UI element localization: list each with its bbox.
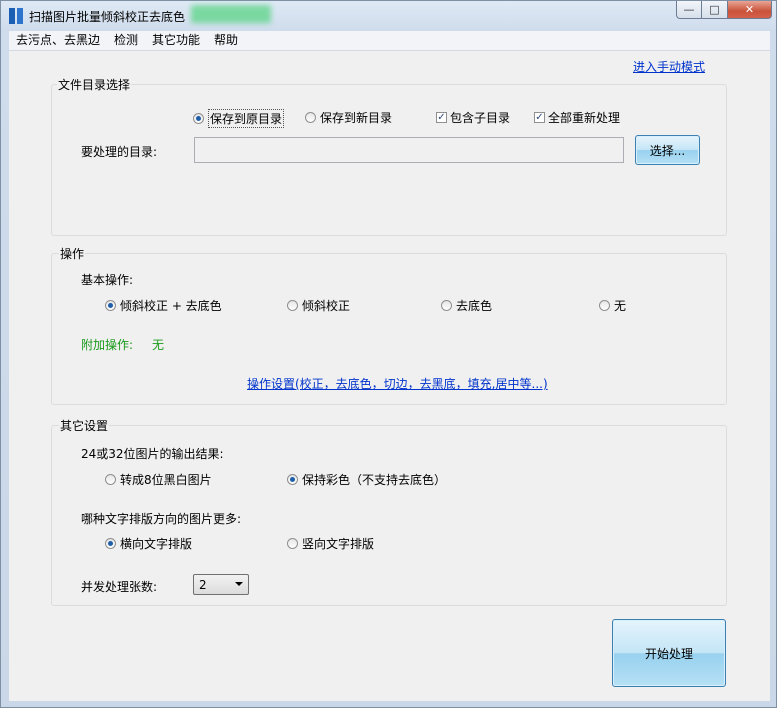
radio-indicator [287, 538, 298, 549]
dir-label: 要处理的目录: [81, 145, 158, 159]
op-deskew-and-bg-radio[interactable]: 倾斜校正 + 去底色 [105, 297, 222, 314]
direction-vertical-radio[interactable]: 竖向文字排版 [287, 535, 374, 552]
radio-indicator [305, 112, 316, 123]
radio-indicator [105, 474, 116, 485]
op-none-label: 无 [614, 299, 627, 313]
direction-horizontal-radio[interactable]: 横向文字排版 [105, 535, 192, 552]
minimize-button[interactable]: — [676, 1, 702, 19]
save-new-label: 保存到新目录 [320, 111, 393, 125]
op-deskew-and-bg-label: 倾斜校正 + 去底色 [120, 299, 222, 313]
reprocess-all-label: 全部重新处理 [548, 111, 621, 125]
direction-vertical-label: 竖向文字排版 [302, 537, 375, 551]
file-dir-legend: 文件目录选择 [57, 76, 132, 93]
radio-indicator [105, 300, 116, 311]
op-deskew-label: 倾斜校正 [302, 299, 351, 313]
save-original-radio[interactable]: 保存到原目录 [193, 109, 285, 128]
save-new-radio[interactable]: 保存到新目录 [305, 109, 392, 126]
radio-indicator [599, 300, 610, 311]
title-highlight [191, 5, 271, 23]
choose-dir-button[interactable]: 选择... [635, 135, 700, 165]
window-controls: — □ ✕ [676, 1, 772, 21]
concurrency-value: 2 [199, 577, 207, 592]
extra-op-value: 无 [152, 338, 165, 352]
output-keep-color-label: 保持彩色（不支持去底色） [302, 473, 447, 487]
app-icon [9, 8, 23, 24]
other-settings-legend: 其它设置 [59, 417, 110, 434]
output-keep-color-radio[interactable]: 保持彩色（不支持去底色） [287, 471, 446, 488]
radio-indicator [287, 474, 298, 485]
menu-item-cleanup[interactable]: 去污点、去黑边 [9, 31, 107, 50]
main-panel: 进入手动模式 文件目录选择 保存到原目录 保存到新目录 ✓ 包含子目录 ✓ 全部… [9, 51, 770, 701]
radio-indicator [441, 300, 452, 311]
save-original-label: 保存到原目录 [208, 109, 285, 128]
menu-bar: 去污点、去黑边 检测 其它功能 帮助 [9, 31, 770, 51]
start-button[interactable]: 开始处理 [612, 619, 726, 687]
menu-item-other-functions[interactable]: 其它功能 [145, 31, 207, 50]
app-window: 扫描图片批量倾斜校正去底色 — □ ✕ 去污点、去黑边 检测 其它功能 帮助 进… [0, 0, 777, 708]
op-none-radio[interactable]: 无 [599, 297, 626, 314]
window-title: 扫描图片批量倾斜校正去底色 [29, 10, 186, 24]
radio-indicator [193, 113, 204, 124]
maximize-button[interactable]: □ [702, 1, 728, 19]
title-bar[interactable]: 扫描图片批量倾斜校正去底色 — □ ✕ [1, 1, 777, 31]
concurrency-label: 并发处理张数: [81, 580, 158, 594]
dir-input[interactable] [194, 137, 624, 163]
radio-indicator [105, 538, 116, 549]
basic-op-label: 基本操作: [81, 273, 134, 287]
operation-legend: 操作 [59, 245, 86, 262]
include-subdirs-label: 包含子目录 [450, 111, 511, 125]
operation-settings-link[interactable]: 操作设置(校正，去底色，切边，去黑底，填充,居中等...) [247, 375, 548, 392]
direction-label: 哪种文字排版方向的图片更多: [81, 512, 242, 526]
op-deskew-radio[interactable]: 倾斜校正 [287, 297, 350, 314]
chevron-down-icon [235, 582, 243, 586]
op-remove-bg-label: 去底色 [456, 299, 493, 313]
check-icon: ✓ [534, 112, 545, 123]
output-8bit-radio[interactable]: 转成8位黑白图片 [105, 471, 212, 488]
output-label: 24或32位图片的输出结果: [81, 447, 224, 461]
include-subdirs-checkbox[interactable]: ✓ 包含子目录 [436, 109, 510, 126]
concurrency-select[interactable]: 2 [193, 574, 249, 595]
output-8bit-label: 转成8位黑白图片 [120, 473, 212, 487]
menu-item-help[interactable]: 帮助 [207, 31, 245, 50]
manual-mode-link[interactable]: 进入手动模式 [633, 58, 705, 75]
direction-horizontal-label: 横向文字排版 [120, 537, 193, 551]
radio-indicator [287, 300, 298, 311]
reprocess-all-checkbox[interactable]: ✓ 全部重新处理 [534, 109, 620, 126]
menu-item-detect[interactable]: 检测 [107, 31, 145, 50]
op-remove-bg-radio[interactable]: 去底色 [441, 297, 492, 314]
close-button[interactable]: ✕ [728, 1, 772, 19]
check-icon: ✓ [436, 112, 447, 123]
extra-op-label: 附加操作: [81, 338, 134, 352]
